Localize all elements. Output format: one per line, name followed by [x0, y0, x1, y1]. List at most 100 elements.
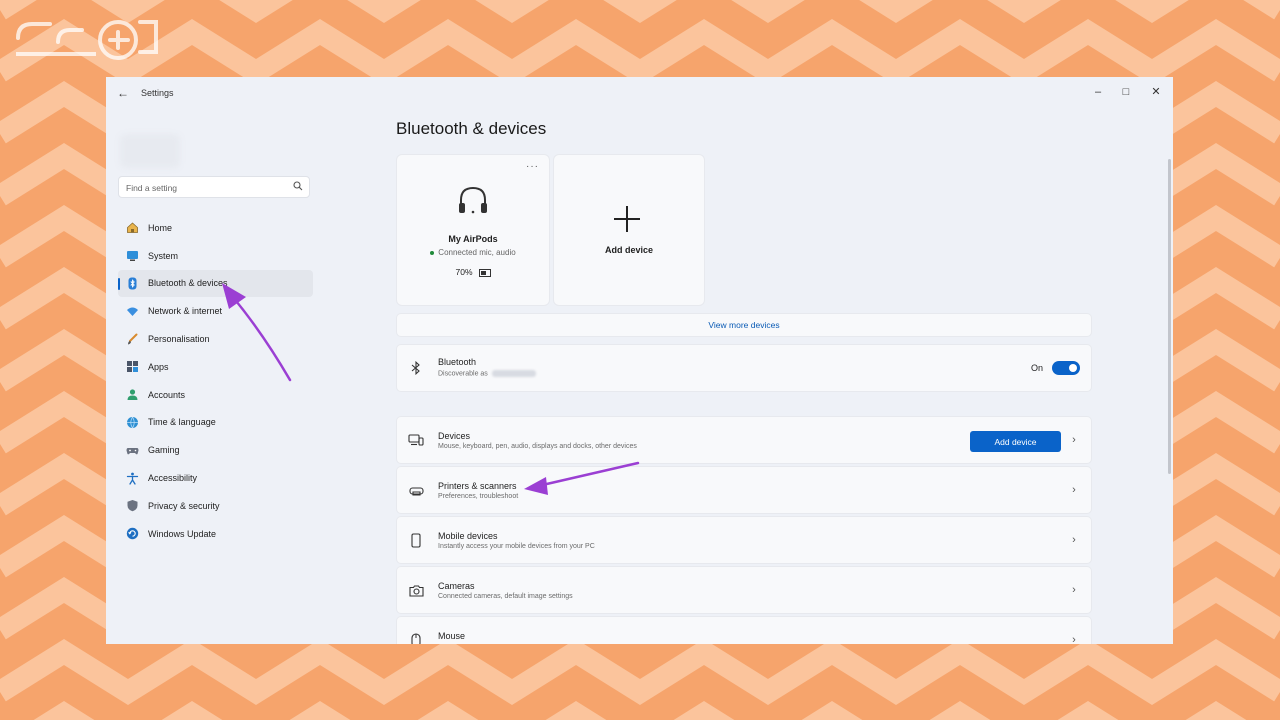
connected-dot-icon [430, 250, 435, 255]
globe-clock-icon [125, 415, 139, 429]
sidebar-item-label: Home [148, 222, 173, 233]
sidebar-item-label: Network & internet [148, 306, 223, 317]
toggle-knob [1069, 364, 1077, 372]
sidebar-item-time-language[interactable]: Time & language [118, 409, 313, 437]
sidebar-item-bluetooth-devices[interactable]: Bluetooth & devices [118, 269, 313, 298]
camera-icon [408, 582, 424, 598]
sidebar-item-home[interactable]: Home [118, 214, 313, 242]
device-name-redacted [491, 370, 536, 377]
chevron-right-icon: › [1072, 534, 1076, 546]
sidebar-item-label: Bluetooth & devices [148, 278, 228, 289]
row-title: Printers & scanners [438, 481, 517, 491]
add-device-card-label: Add device [604, 245, 653, 255]
search-input[interactable] [119, 177, 296, 199]
row-title: Mobile devices [438, 531, 498, 541]
title-bar: ← Settings – □ ✕ [106, 77, 1173, 109]
sidebar-item-accessibility[interactable]: Accessibility [118, 464, 313, 492]
more-options-icon[interactable]: ··· [526, 161, 539, 172]
sidebar-nav: Home System Bluetooth & devices Network … [118, 214, 313, 548]
battery-icon [478, 268, 491, 277]
headphones-icon [459, 186, 487, 214]
device-status: Connected mic, audio [397, 248, 549, 257]
accessibility-icon [125, 471, 139, 485]
sidebar-item-windows-update[interactable]: Windows Update [118, 520, 313, 548]
chevron-right-icon: › [1072, 634, 1076, 644]
add-device-card[interactable]: Add device [554, 155, 704, 305]
back-arrow-icon[interactable]: ← [116, 86, 130, 100]
sidebar-item-label: Windows Update [148, 528, 217, 539]
search-box[interactable] [118, 176, 310, 199]
wifi-icon [125, 304, 139, 318]
row-desc: Mouse, keyboard, pen, audio, displays an… [438, 443, 637, 450]
chevron-right-icon: › [1072, 434, 1076, 446]
apps-icon [125, 360, 139, 374]
sidebar-item-label: Apps [148, 361, 169, 372]
update-icon [125, 527, 139, 541]
device-status-text: Connected mic, audio [438, 248, 516, 257]
sidebar-item-gaming[interactable]: Gaming [118, 436, 313, 464]
scrollbar[interactable] [1168, 159, 1171, 474]
battery-level: 70% [455, 267, 473, 277]
sidebar-item-privacy-security[interactable]: Privacy & security [118, 492, 313, 520]
system-icon [125, 249, 139, 263]
row-desc: Preferences, troubleshoot [438, 493, 519, 500]
view-more-devices-link[interactable]: View more devices [397, 314, 1091, 336]
sidebar-item-system[interactable]: System [118, 242, 313, 270]
mouse-icon [408, 632, 424, 644]
device-name: My AirPods [448, 234, 498, 244]
mobile-devices-row[interactable]: Mobile devices Instantly access your mob… [397, 517, 1091, 563]
sidebar-item-accounts[interactable]: Accounts [118, 381, 313, 409]
home-icon [125, 221, 139, 235]
shield-icon [125, 499, 139, 513]
sidebar-item-label: Gaming [148, 445, 180, 456]
printer-icon [408, 482, 424, 498]
devices-row[interactable]: Devices Mouse, keyboard, pen, audio, dis… [397, 417, 1091, 463]
sidebar-item-label: Privacy & security [148, 500, 220, 511]
maximize-button[interactable]: □ [1114, 82, 1138, 102]
sidebar-item-apps[interactable]: Apps [118, 353, 313, 381]
row-title: Bluetooth [438, 357, 477, 367]
row-desc: Instantly access your mobile devices fro… [438, 543, 595, 550]
mouse-row[interactable]: Mouse › [397, 617, 1091, 644]
row-title: Mouse [438, 631, 466, 641]
sidebar-item-network[interactable]: Network & internet [118, 297, 313, 325]
devices-icon [408, 432, 424, 448]
app-title: Settings [141, 88, 174, 98]
accounts-icon [125, 388, 139, 402]
brush-icon [125, 332, 139, 346]
phone-icon [408, 532, 424, 548]
site-logo-watermark [16, 20, 158, 60]
plus-icon [614, 206, 640, 232]
gamepad-icon [125, 443, 139, 457]
active-indicator [118, 277, 120, 290]
sidebar-item-label: Personalisation [148, 334, 210, 345]
search-icon[interactable] [293, 181, 303, 191]
sidebar-item-label: System [148, 250, 179, 261]
cameras-row[interactable]: Cameras Connected cameras, default image… [397, 567, 1091, 613]
close-button[interactable]: ✕ [1144, 82, 1168, 102]
account-avatar[interactable] [120, 134, 180, 168]
sidebar-item-label: Accessibility [148, 473, 198, 484]
device-battery: 70% [397, 267, 549, 277]
add-device-button[interactable]: Add device [970, 431, 1061, 452]
toggle-state-label: On [1030, 363, 1043, 373]
sidebar-item-label: Accounts [148, 389, 186, 400]
sidebar-item-personalisation[interactable]: Personalisation [118, 325, 313, 353]
row-title: Devices [438, 431, 471, 441]
settings-window: ← Settings – □ ✕ Home System Bluetooth &… [106, 77, 1173, 644]
row-desc: Connected cameras, default image setting… [438, 593, 573, 600]
chevron-right-icon: › [1072, 584, 1076, 596]
device-card-airpods[interactable]: ··· My AirPods Connected mic, audio 70% [397, 155, 549, 305]
row-title: Cameras [438, 581, 475, 591]
bluetooth-row: Bluetooth Discoverable as On [397, 345, 1091, 391]
minimize-button[interactable]: – [1086, 82, 1110, 102]
discoverable-label: Discoverable as [438, 370, 488, 378]
bluetooth-icon [408, 360, 424, 376]
bluetooth-icon [125, 276, 139, 290]
chevron-right-icon: › [1072, 484, 1076, 496]
sidebar-item-label: Time & language [148, 417, 216, 428]
bluetooth-toggle[interactable] [1052, 361, 1080, 375]
row-desc: Discoverable as [438, 370, 536, 377]
printers-scanners-row[interactable]: Printers & scanners Preferences, trouble… [397, 467, 1091, 513]
page-title: Bluetooth & devices [396, 119, 547, 138]
